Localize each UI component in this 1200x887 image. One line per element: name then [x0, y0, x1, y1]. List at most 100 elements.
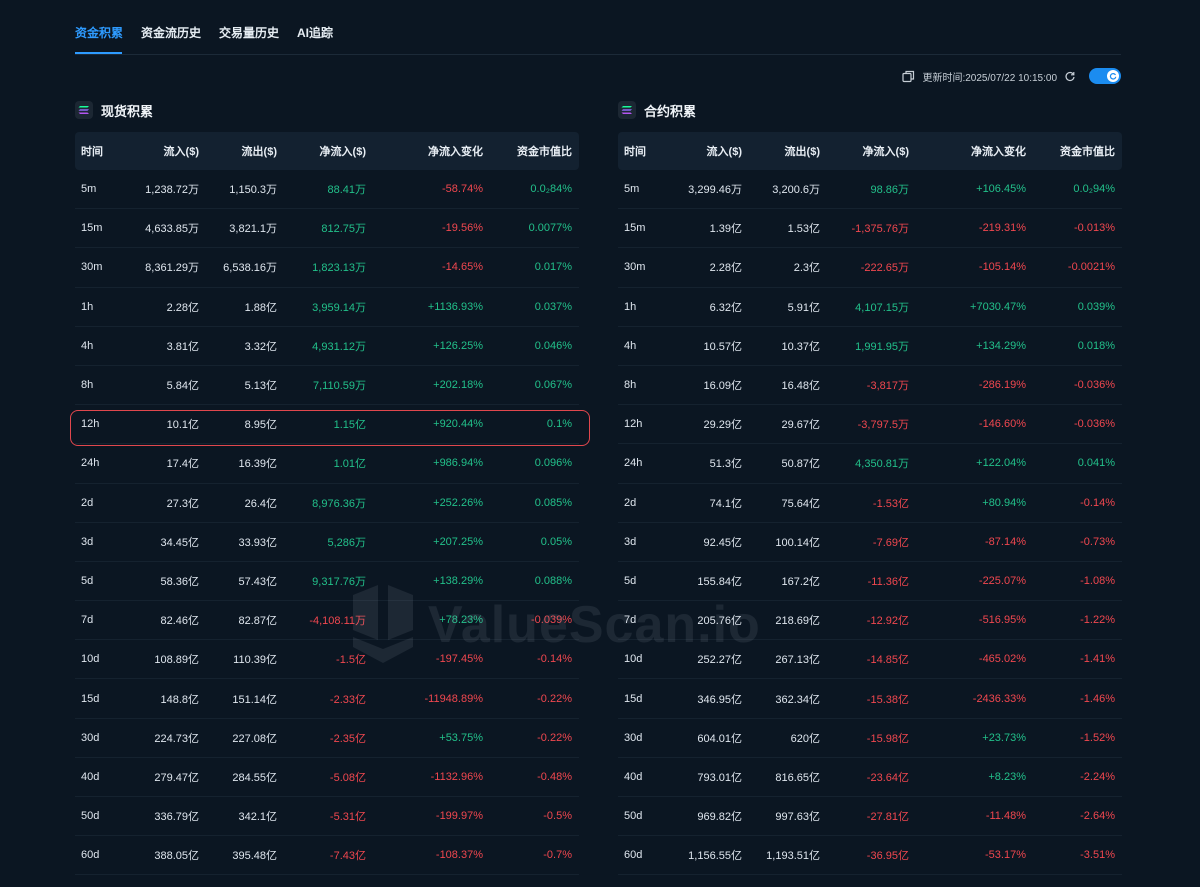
- cell-inflow: 5.84亿: [166, 380, 199, 393]
- auto-refresh-toggle[interactable]: [1089, 68, 1121, 84]
- table-row[interactable]: 50d 969.82亿 997.63亿 -27.81亿 -11.48% -2.64%: [618, 797, 1122, 837]
- table-row[interactable]: 5m 3,299.46万 3,200.6万 98.86万 +106.45% 0.0₂94%: [618, 170, 1122, 210]
- cell-time: 60d: [81, 849, 100, 862]
- table-row[interactable]: 5m 1,238.72万 1,150.3万 88.41万 -58.74% 0.0₂84%: [75, 170, 579, 210]
- table-row[interactable]: 8h 16.09亿 16.48亿 -3,817万 -286.19% -0.036%: [618, 366, 1122, 406]
- table-row[interactable]: 50d 336.79亿 342.1亿 -5.31亿 -199.97% -0.5%: [75, 797, 579, 837]
- table-row[interactable]: 30m 2.28亿 2.3亿 -222.65万 -105.14% -0.0021%: [618, 248, 1122, 288]
- header-inflow[interactable]: 流入($): [707, 132, 742, 170]
- tab-volume-history[interactable]: 交易量历史: [219, 24, 279, 41]
- cell-inflow: 16.09亿: [703, 380, 742, 393]
- table-row[interactable]: 30d 224.73亿 227.08亿 -2.35亿 +53.75% -0.22%: [75, 719, 579, 758]
- cell-outflow: 33.93亿: [238, 536, 277, 549]
- cell-fund-mcap-ratio: 0.096%: [534, 457, 572, 470]
- cell-time: 2d: [624, 496, 637, 509]
- cell-net-inflow-change: +138.29%: [433, 574, 483, 587]
- table-row[interactable]: 15d 148.8亿 151.14亿 -2.33亿 -11948.89% -0.22%: [75, 679, 579, 719]
- header-time[interactable]: 时间: [624, 132, 646, 170]
- table-row[interactable]: 3d 92.45亿 100.14亿 -7.69亿 -87.14% -0.73%: [618, 523, 1122, 562]
- table-row[interactable]: 5d 58.36亿 57.43亿 9,317.76万 +138.29% 0.088%: [75, 562, 579, 602]
- table-row[interactable]: 24h 17.4亿 16.39亿 1.01亿 +986.94% 0.096%: [75, 444, 579, 484]
- table-row[interactable]: 1h 2.28亿 1.88亿 3,959.14万 +1136.93% 0.037%: [75, 288, 579, 327]
- table-row[interactable]: 12h 10.1亿 8.95亿 1.15亿 +920.44% 0.1%: [75, 405, 579, 445]
- cell-net-inflow: -4,108.11万: [309, 615, 366, 628]
- cell-outflow: 5.13亿: [244, 380, 277, 393]
- table-row[interactable]: 15m 4,633.85万 3,821.1万 812.75万 -19.56% 0.0077…: [75, 209, 579, 249]
- table-row[interactable]: 7d 82.46亿 82.87亿 -4,108.11万 +78.23% -0.039%: [75, 601, 579, 641]
- table-row[interactable]: 2d 74.1亿 75.64亿 -1.53亿 +80.94% -0.14%: [618, 484, 1122, 523]
- refresh-icon[interactable]: [1064, 70, 1076, 82]
- table-row[interactable]: 15m 1.39亿 1.53亿 -1,375.76万 -219.31% -0.013%: [618, 209, 1122, 249]
- header-outflow[interactable]: 流出($): [242, 132, 277, 170]
- cell-fund-mcap-ratio: -0.48%: [537, 770, 572, 783]
- futures-title: 合约积累: [644, 103, 697, 119]
- cell-time: 12h: [81, 418, 100, 431]
- cell-net-inflow-change: +126.25%: [433, 339, 483, 352]
- spot-table-body: 5m 1,238.72万 1,150.3万 88.41万 -58.74% 0.0₂84% 1…: [75, 170, 579, 876]
- cell-net-inflow: -15.98亿: [866, 732, 909, 745]
- table-row[interactable]: 40d 793.01亿 816.65亿 -23.64亿 +8.23% -2.24%: [618, 758, 1122, 797]
- header-fund-mcap-ratio[interactable]: 资金市值比: [517, 132, 572, 170]
- header-time[interactable]: 时间: [81, 132, 103, 170]
- table-row[interactable]: 4h 3.81亿 3.32亿 4,931.12万 +126.25% 0.046%: [75, 327, 579, 366]
- table-row[interactable]: 12h 29.29亿 29.67亿 -3,797.5万 -146.60% -0.036%: [618, 405, 1122, 445]
- table-row[interactable]: 10d 108.89亿 110.39亿 -1.5亿 -197.45% -0.14%: [75, 640, 579, 680]
- cell-outflow: 3.32亿: [244, 340, 277, 353]
- cell-time: 3d: [81, 535, 94, 548]
- cell-net-inflow-change: -11.48%: [985, 810, 1026, 823]
- table-row[interactable]: 30d 604.01亿 620亿 -15.98亿 +23.73% -1.52%: [618, 719, 1122, 758]
- table-row[interactable]: 30m 8,361.29万 6,538.16万 1,823.13万 -14.65% 0.0…: [75, 248, 579, 288]
- cell-outflow: 167.2亿: [781, 575, 820, 588]
- cell-net-inflow: 5,286万: [327, 536, 366, 549]
- table-row[interactable]: 15d 346.95亿 362.34亿 -15.38亿 -2436.33% -1.46%: [618, 679, 1122, 719]
- tab-fund-flow-history[interactable]: 资金流历史: [141, 24, 201, 41]
- header-net-inflow-change[interactable]: 净流入变化: [971, 132, 1026, 170]
- header-outflow[interactable]: 流出($): [785, 132, 820, 170]
- cell-net-inflow: 1.01亿: [333, 458, 366, 471]
- cell-outflow: 395.48亿: [232, 850, 277, 863]
- cell-fund-mcap-ratio: -1.08%: [1080, 574, 1115, 587]
- cell-fund-mcap-ratio: -0.14%: [537, 653, 572, 666]
- header-inflow[interactable]: 流入($): [164, 132, 199, 170]
- table-row[interactable]: 2d 27.3亿 26.4亿 8,976.36万 +252.26% 0.085%: [75, 484, 579, 523]
- cell-fund-mcap-ratio: -0.22%: [537, 692, 572, 705]
- table-row[interactable]: 24h 51.3亿 50.87亿 4,350.81万 +122.04% 0.041%: [618, 444, 1122, 484]
- cell-time: 3d: [624, 535, 637, 548]
- cell-net-inflow-change: -225.07%: [978, 574, 1026, 587]
- table-row[interactable]: 4h 10.57亿 10.37亿 1,991.95万 +134.29% 0.018%: [618, 327, 1122, 366]
- cell-time: 10d: [624, 653, 643, 666]
- tab-ai-tracking[interactable]: AI追踪: [297, 24, 333, 41]
- cell-fund-mcap-ratio: -0.013%: [1074, 222, 1115, 235]
- table-row[interactable]: 1h 6.32亿 5.91亿 4,107.15万 +7030.47% 0.039%: [618, 288, 1122, 327]
- table-row[interactable]: 5d 155.84亿 167.2亿 -11.36亿 -225.07% -1.08%: [618, 562, 1122, 602]
- cell-net-inflow-change: +134.29%: [976, 339, 1026, 352]
- cell-net-inflow: -1,375.76万: [851, 223, 909, 236]
- table-row[interactable]: 8h 5.84亿 5.13亿 7,110.59万 +202.18% 0.067%: [75, 366, 579, 406]
- tab-fund-accumulation[interactable]: 资金积累: [75, 24, 123, 41]
- header-net-inflow-change[interactable]: 净流入变化: [428, 132, 483, 170]
- solana-icon: [618, 101, 636, 119]
- table-row[interactable]: 60d 388.05亿 395.48亿 -7.43亿 -108.37% -0.7%: [75, 836, 579, 876]
- copy-icon[interactable]: [902, 70, 915, 83]
- table-row[interactable]: 10d 252.27亿 267.13亿 -14.85亿 -465.02% -1.41%: [618, 640, 1122, 680]
- cell-inflow: 17.4亿: [166, 458, 199, 471]
- cell-inflow: 74.1亿: [709, 497, 742, 510]
- cell-time: 15m: [81, 222, 103, 235]
- cell-net-inflow-change: +122.04%: [976, 457, 1026, 470]
- cell-fund-mcap-ratio: 0.067%: [534, 379, 572, 392]
- cell-inflow: 1,238.72万: [145, 184, 199, 197]
- cell-outflow: 620亿: [790, 732, 820, 745]
- table-row[interactable]: 3d 34.45亿 33.93亿 5,286万 +207.25% 0.05%: [75, 523, 579, 562]
- cell-net-inflow: -5.31亿: [329, 811, 366, 824]
- table-row[interactable]: 40d 279.47亿 284.55亿 -5.08亿 -1132.96% -0.48%: [75, 758, 579, 797]
- cell-time: 15m: [624, 222, 646, 235]
- table-row[interactable]: 7d 205.76亿 218.69亿 -12.92亿 -516.95% -1.22%: [618, 601, 1122, 641]
- header-net-inflow[interactable]: 净流入($): [320, 132, 366, 170]
- header-fund-mcap-ratio[interactable]: 资金市值比: [1060, 132, 1115, 170]
- cell-fund-mcap-ratio: 0.0₂94%: [1073, 183, 1115, 196]
- header-net-inflow[interactable]: 净流入($): [863, 132, 909, 170]
- cell-inflow: 2.28亿: [709, 262, 742, 275]
- table-row[interactable]: 60d 1,156.55亿 1,193.51亿 -36.95亿 -53.17% -3.51…: [618, 836, 1122, 876]
- cell-net-inflow: 7,110.59万: [312, 380, 366, 393]
- cell-time: 8h: [624, 379, 637, 392]
